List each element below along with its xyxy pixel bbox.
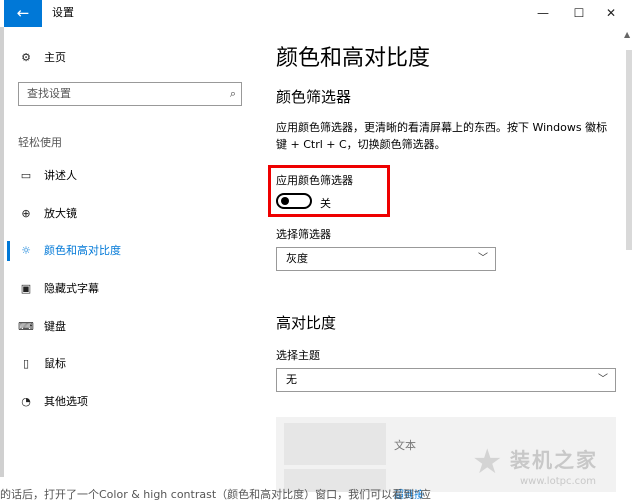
sidebar-item-label: 键盘 [44, 320, 66, 333]
star-logo-icon: ★ [472, 442, 503, 482]
select-filter-label: 选择筛选器 [276, 228, 331, 241]
maximize-icon: ☐ [573, 6, 585, 20]
gear-icon: ⚙ [21, 51, 31, 64]
active-indicator [7, 241, 10, 261]
filter-dropdown[interactable]: 灰度 ﹀ [276, 247, 496, 271]
theme-dropdown-value: 无 [286, 373, 297, 386]
back-button[interactable]: ← [4, 0, 42, 27]
sidebar-item-label: 鼠标 [44, 357, 66, 370]
search-placeholder: 查找设置 [27, 87, 71, 100]
search-icon: ⌕ [229, 87, 236, 100]
color-filter-description: 应用颜色筛选器，更清晰的看清屏幕上的东西。按下 Windows 徽标键 + Ct… [276, 121, 608, 151]
mouse-icon: ▯ [22, 357, 30, 370]
sidebar-item-label: 隐藏式字幕 [44, 282, 99, 295]
background-window-edge [0, 27, 4, 477]
sidebar-item-label: 讲述人 [44, 169, 77, 182]
chevron-down-icon: ﹀ [598, 374, 608, 385]
magnifier-icon: ⊕ [21, 207, 31, 220]
article-caption: 的话后，打开了一个Color & high contrast（颜色和高对比度）窗… [0, 488, 431, 501]
search-input[interactable]: 查找设置 ⌕ [18, 82, 242, 106]
scroll-up-icon[interactable]: ▲ [624, 30, 630, 39]
back-arrow-icon: ← [16, 4, 30, 22]
close-button[interactable]: ✕ [596, 0, 626, 27]
sidebar-item-label: 其他选项 [44, 395, 88, 408]
scrollbar[interactable] [626, 50, 632, 250]
page-title: 颜色和高对比度 [276, 46, 431, 71]
chevron-down-icon: ﹀ [478, 253, 488, 264]
apply-filter-toggle[interactable] [276, 193, 312, 209]
sidebar-section-label: 轻松使用 [18, 136, 62, 149]
watermark-name: 装机之家 [510, 448, 598, 472]
sidebar-item-label: 颜色和高对比度 [44, 244, 121, 257]
filter-dropdown-value: 灰度 [286, 252, 308, 265]
maximize-button[interactable]: ☐ [564, 0, 594, 27]
preview-swatch [284, 423, 386, 465]
select-theme-label: 选择主题 [276, 349, 320, 362]
watermark: ★ 装机之家 www.lotpc.com [470, 438, 635, 498]
color-filter-heading: 颜色筛选器 [276, 88, 352, 106]
high-contrast-heading: 高对比度 [276, 314, 337, 332]
toggle-knob [281, 197, 289, 205]
close-icon: ✕ [605, 6, 617, 20]
theme-dropdown[interactable]: 无 ﹀ [276, 368, 616, 392]
sidebar-item-label: 主页 [44, 51, 66, 64]
watermark-url: www.lotpc.com [520, 476, 596, 487]
title-bar: ← 设置 — ☐ ✕ [0, 0, 640, 27]
minimize-button[interactable]: — [528, 0, 558, 27]
window-title: 设置 [52, 6, 74, 19]
apply-filter-label: 应用颜色筛选器 [276, 174, 353, 187]
preview-text: 文本 [394, 439, 416, 452]
captions-icon: ▣ [20, 282, 32, 295]
keyboard-icon: ⌨ [18, 320, 34, 333]
sidebar-item-label: 放大镜 [44, 207, 77, 220]
minimize-icon: — [537, 6, 549, 20]
brightness-icon: ☼ [21, 244, 31, 257]
toggle-state-text: 关 [320, 197, 331, 210]
other-options-icon: ◔ [21, 395, 31, 408]
narrator-icon: ▭ [20, 169, 32, 182]
